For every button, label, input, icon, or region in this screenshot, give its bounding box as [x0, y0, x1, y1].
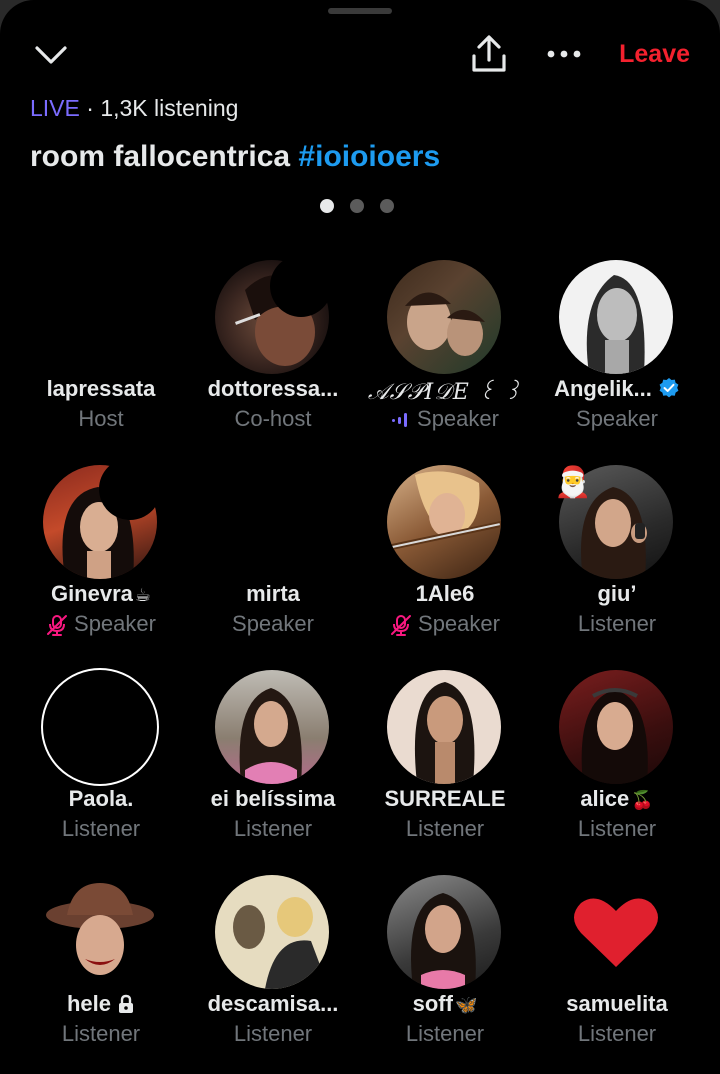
portrait-image	[411, 893, 476, 989]
participant-name: hele	[15, 991, 187, 1017]
participant-name: samuelita	[566, 991, 668, 1016]
cherry-icon: 🍒	[631, 790, 654, 810]
portrait-image	[233, 897, 329, 989]
participant-card[interactable]: descamisa... Listener	[187, 870, 359, 1070]
participant-role: Listener	[577, 611, 657, 636]
avatar	[43, 875, 157, 989]
chevron-down-icon[interactable]	[34, 42, 68, 68]
participant-card[interactable]: soff 🦋 Listener	[359, 870, 531, 1070]
space-title-text: room fallocentrica	[30, 140, 291, 173]
avatar	[387, 465, 501, 579]
portrait-image	[581, 688, 648, 784]
space-title: room fallocentrica #ioioioers	[30, 140, 440, 174]
participant-name: SURREALE	[384, 786, 506, 811]
participant-role: Speaker	[15, 611, 187, 637]
avatar	[387, 875, 501, 989]
reaction-badge-icon: 😂	[270, 255, 332, 317]
participant-role: Co-host	[234, 406, 312, 431]
participant-name: dottoressa...	[207, 376, 339, 401]
participant-role: Listener	[233, 1021, 313, 1046]
participant-name: lapressata	[46, 376, 156, 401]
live-badge: LIVE	[30, 95, 80, 121]
heart-icon	[574, 898, 658, 967]
portrait-image	[239, 688, 302, 784]
speaking-bars-icon	[392, 413, 408, 428]
participant-name: 1Ale6	[415, 581, 475, 606]
cup-icon: ☕	[134, 585, 152, 605]
participant-name: ei belíssima	[210, 786, 336, 811]
participant-name: alice 🍒	[580, 786, 654, 811]
participant-card[interactable]: 😂 dottoressa... Co-host	[187, 255, 359, 455]
participant-role: Speaker	[359, 611, 531, 637]
participant-role: Host	[78, 406, 124, 431]
participant-role: Listener	[61, 1021, 141, 1046]
top-bar: Leave	[0, 30, 720, 82]
participant-name: Paola.	[68, 786, 134, 811]
santa-hat-icon: 🎅	[554, 465, 592, 499]
portrait-image	[405, 292, 485, 356]
share-icon[interactable]	[470, 34, 508, 74]
participant-card[interactable]: 1Ale6 Speaker	[359, 460, 531, 660]
participant-card[interactable]: 😂 😂 lapressata Host	[15, 255, 187, 455]
participant-name: descamisa...	[207, 991, 339, 1016]
participant-role: Listener	[577, 816, 657, 841]
portrait-image	[46, 883, 154, 975]
portrait-image	[586, 275, 645, 374]
avatar	[215, 875, 329, 989]
participant-card[interactable]: samuelita Listener	[531, 870, 703, 1070]
participant-role: Listener	[405, 816, 485, 841]
participant-role: Speaker	[232, 611, 314, 636]
mic-off-icon	[391, 615, 412, 637]
participant-card[interactable]: 🎅 giu’ Listener	[531, 460, 703, 660]
avatar	[215, 670, 329, 784]
reaction-emoji-icon: 😂	[57, 688, 143, 768]
participant-role: Listener	[233, 816, 313, 841]
participant-card[interactable]: ei belíssima Listener	[187, 665, 359, 865]
reaction-badge-icon: 😂	[127, 257, 177, 307]
avatar	[559, 260, 673, 374]
drag-handle[interactable]	[328, 8, 392, 14]
mic-off-icon	[47, 615, 68, 637]
leave-button[interactable]: Leave	[619, 40, 690, 69]
participant-card[interactable]: 😂 😂 mirta Speaker	[187, 460, 359, 660]
page-dot[interactable]	[350, 199, 364, 213]
participant-name: mirta	[246, 581, 300, 606]
space-sheet: Leave LIVE · 1,3K listening room falloce…	[0, 0, 720, 1074]
live-status: LIVE · 1,3K listening	[30, 95, 238, 122]
avatar	[559, 875, 673, 989]
butterfly-icon: 🦋	[454, 995, 478, 1015]
participant-name: 𝒜𝒮𝒫𝐼𝒟𝐸 ꒰ ꒱	[367, 380, 523, 405]
page-indicator	[320, 199, 410, 215]
participant-role: Speaker	[576, 406, 658, 431]
more-options-icon[interactable]	[545, 40, 583, 68]
participant-role: Listener	[61, 816, 141, 841]
reaction-badge-icon: 😂	[299, 462, 349, 512]
verified-badge-icon	[659, 378, 679, 398]
participant-name: Ginevra ☕	[50, 581, 152, 606]
participant-card[interactable]: SURREALE Listener	[359, 665, 531, 865]
participant-card[interactable]: 😂 Paola. Listener	[15, 665, 187, 865]
participant-card[interactable]: alice 🍒 Listener	[531, 665, 703, 865]
listener-count: · 1,3K listening	[86, 95, 239, 121]
page-dot[interactable]	[380, 199, 394, 213]
participant-name: giu’	[597, 581, 637, 606]
space-hashtag[interactable]: #ioioioers	[298, 140, 440, 173]
avatar	[387, 670, 501, 784]
portrait-image	[387, 471, 501, 551]
participant-card[interactable]: 𝒜𝒮𝒫𝐼𝒟𝐸 ꒰ ꒱ Speaker	[359, 255, 531, 455]
participant-role: Speaker	[359, 406, 531, 432]
avatar	[559, 670, 673, 784]
lock-icon	[119, 994, 134, 1013]
reaction-badge-icon: 😂	[99, 458, 161, 520]
participant-card[interactable]: hele Listener	[15, 870, 187, 1070]
participant-role: Listener	[577, 1021, 657, 1046]
participant-name: soff 🦋	[412, 991, 478, 1016]
participant-name: Angelik...	[531, 376, 703, 402]
page-dot-active[interactable]	[320, 199, 334, 213]
avatar	[387, 260, 501, 374]
participant-card[interactable]: Angelik... Speaker	[531, 255, 703, 455]
participant-role: Listener	[405, 1021, 485, 1046]
participant-card[interactable]: 😂 Ginevra ☕ Speaker	[15, 458, 187, 660]
portrait-image	[414, 682, 475, 784]
